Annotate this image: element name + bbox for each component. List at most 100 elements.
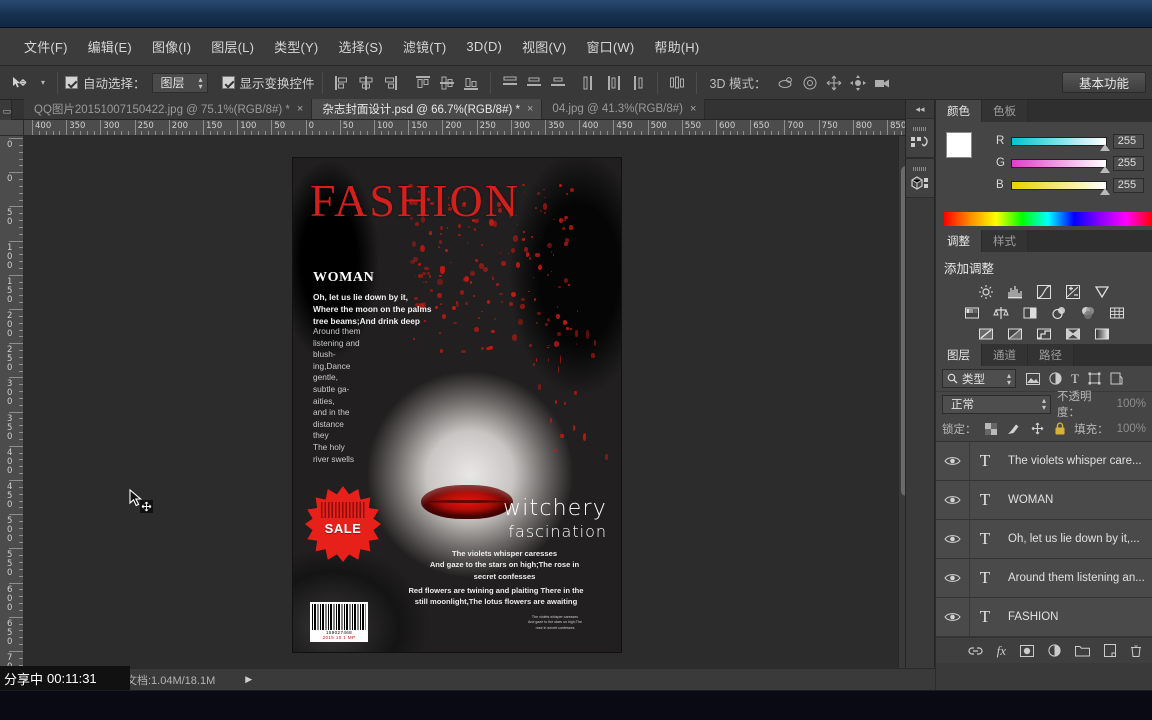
color-lookup-icon[interactable]: [1107, 304, 1127, 321]
document-tab-3[interactable]: 04.jpg @ 41.3%(RGB/8#) ×: [542, 99, 706, 119]
align-right-edges-icon[interactable]: [379, 72, 401, 94]
mini-bridge-panel-icon[interactable]: [906, 158, 934, 198]
posterize-icon[interactable]: [1005, 325, 1025, 342]
document-tab-1[interactable]: QQ图片20151007150422.jpg @ 75.1%(RGB/8#) *…: [24, 99, 313, 119]
history-panel-icon[interactable]: [906, 118, 934, 158]
tool-marquee-icon[interactable]: ▭: [0, 100, 12, 122]
menu-image[interactable]: 图像(I): [142, 33, 201, 60]
slider-knob[interactable]: [1099, 187, 1110, 195]
type-layer-filter-icon[interactable]: T: [1071, 371, 1079, 387]
layer-visibility-toggle[interactable]: [936, 442, 970, 480]
align-left-edges-icon[interactable]: [331, 72, 353, 94]
blend-mode-select[interactable]: 正常 ▴ ▾: [942, 394, 1052, 414]
distribute-top-edges-icon[interactable]: [499, 72, 521, 94]
tab-styles[interactable]: 样式: [982, 230, 1028, 252]
channel-slider-b[interactable]: [1011, 180, 1110, 195]
new-group-icon[interactable]: [1075, 645, 1090, 657]
tab-layers[interactable]: 图层: [936, 344, 982, 366]
delete-layer-icon[interactable]: [1130, 644, 1142, 657]
close-icon[interactable]: ×: [690, 103, 696, 115]
auto-select-target-select[interactable]: 图层 ▴ ▾: [151, 72, 208, 93]
adjustment-layer-filter-icon[interactable]: [1049, 372, 1062, 385]
slider-knob[interactable]: [1099, 143, 1110, 151]
threshold-icon[interactable]: [1034, 325, 1054, 342]
tab-channels[interactable]: 通道: [982, 344, 1028, 366]
layer-row[interactable]: T FASHION: [936, 598, 1152, 637]
shape-layer-filter-icon[interactable]: [1088, 372, 1101, 385]
lock-image-pixels-icon[interactable]: [1007, 422, 1021, 435]
move-tool-icon[interactable]: [2, 71, 36, 95]
distribute-right-edges-icon[interactable]: [627, 72, 649, 94]
panel-grip[interactable]: [913, 126, 927, 131]
workspace-switcher-button[interactable]: 基本功能: [1061, 72, 1146, 93]
canvas-area[interactable]: FASHION WOMAN Oh, let us lie down by it,…: [24, 136, 912, 668]
roll-3d-icon[interactable]: [799, 72, 821, 94]
distribute-bottom-edges-icon[interactable]: [547, 72, 569, 94]
channel-slider-r[interactable]: [1011, 136, 1110, 151]
exposure-icon[interactable]: [1063, 283, 1083, 300]
brightness-contrast-icon[interactable]: [976, 283, 996, 300]
pan-3d-icon[interactable]: [823, 72, 845, 94]
foreground-color-swatch[interactable]: [946, 132, 972, 158]
layer-visibility-toggle[interactable]: [936, 598, 970, 636]
align-vertical-centers-icon[interactable]: [436, 72, 458, 94]
close-icon[interactable]: ×: [527, 103, 533, 115]
menu-edit[interactable]: 编辑(E): [78, 33, 142, 60]
layer-visibility-toggle[interactable]: [936, 559, 970, 597]
new-layer-icon[interactable]: [1104, 644, 1116, 657]
layer-visibility-toggle[interactable]: [936, 520, 970, 558]
tab-adjustments[interactable]: 调整: [936, 230, 982, 252]
layer-row[interactable]: T Oh, let us lie down by it,...: [936, 520, 1152, 559]
lock-position-icon[interactable]: [1031, 422, 1044, 435]
horizontal-ruler[interactable]: 400 350 300 250 200 150 100 50 0 50 100 150 200 250 30…: [24, 120, 912, 136]
channel-value-b[interactable]: 255: [1112, 177, 1144, 193]
fill-value[interactable]: 100%: [1117, 423, 1146, 435]
document-tab-2[interactable]: 杂志封面设计.psd @ 66.7%(RGB/8#) * ×: [312, 99, 543, 119]
close-icon[interactable]: ×: [297, 103, 303, 115]
lock-transparent-pixels-icon[interactable]: [984, 422, 997, 435]
panel-grip[interactable]: [913, 166, 927, 171]
menu-window[interactable]: 窗口(W): [576, 33, 644, 60]
menu-type[interactable]: 类型(Y): [264, 33, 328, 60]
tab-color[interactable]: 颜色: [936, 100, 982, 122]
menu-help[interactable]: 帮助(H): [644, 33, 709, 60]
layer-row[interactable]: T WOMAN: [936, 481, 1152, 520]
menu-filter[interactable]: 滤镜(T): [393, 33, 457, 60]
auto-align-layers-icon[interactable]: [666, 72, 688, 94]
gradient-map-icon[interactable]: [1092, 325, 1112, 342]
lock-all-icon[interactable]: [1054, 422, 1066, 435]
menu-select[interactable]: 选择(S): [328, 33, 392, 60]
menu-3d[interactable]: 3D(D): [456, 35, 512, 58]
color-spectrum-ramp[interactable]: [944, 212, 1152, 226]
collapse-panels-icon[interactable]: ◂◂: [906, 100, 934, 118]
artboard[interactable]: FASHION WOMAN Oh, let us lie down by it,…: [293, 158, 621, 652]
layer-row[interactable]: T The violets whisper care...: [936, 442, 1152, 481]
tool-preset-chevron-down-icon[interactable]: ▾: [36, 71, 50, 95]
distribute-vertical-centers-icon[interactable]: [523, 72, 545, 94]
new-adjustment-layer-icon[interactable]: [1048, 644, 1061, 657]
tab-paths[interactable]: 路径: [1028, 344, 1074, 366]
vertical-ruler[interactable]: 0 0 50 100 150 200 250 300 350 400 450 500 550 600 650…: [0, 136, 24, 668]
channel-value-r[interactable]: 255: [1112, 133, 1144, 149]
scale-3d-icon[interactable]: [871, 72, 893, 94]
levels-icon[interactable]: [1005, 283, 1025, 300]
distribute-horizontal-centers-icon[interactable]: [603, 72, 625, 94]
align-top-edges-icon[interactable]: [412, 72, 434, 94]
menu-layer[interactable]: 图层(L): [201, 33, 264, 60]
layer-row[interactable]: T Around them listening an...: [936, 559, 1152, 598]
distribute-left-edges-icon[interactable]: [579, 72, 601, 94]
black-white-icon[interactable]: [1020, 304, 1040, 321]
show-transform-checkbox[interactable]: [221, 76, 235, 89]
photo-filter-icon[interactable]: [1049, 304, 1069, 321]
slide-3d-icon[interactable]: [847, 72, 869, 94]
pixel-layer-filter-icon[interactable]: [1026, 372, 1040, 385]
channel-value-g[interactable]: 255: [1112, 155, 1144, 171]
vibrance-icon[interactable]: [1092, 283, 1112, 300]
channel-mixer-icon[interactable]: [1078, 304, 1098, 321]
layer-style-icon[interactable]: fx: [997, 643, 1006, 659]
menu-file[interactable]: 文件(F): [14, 33, 78, 60]
channel-slider-g[interactable]: [1011, 158, 1110, 173]
invert-icon[interactable]: [976, 325, 996, 342]
slider-knob[interactable]: [1099, 165, 1110, 173]
curves-icon[interactable]: [1034, 283, 1054, 300]
